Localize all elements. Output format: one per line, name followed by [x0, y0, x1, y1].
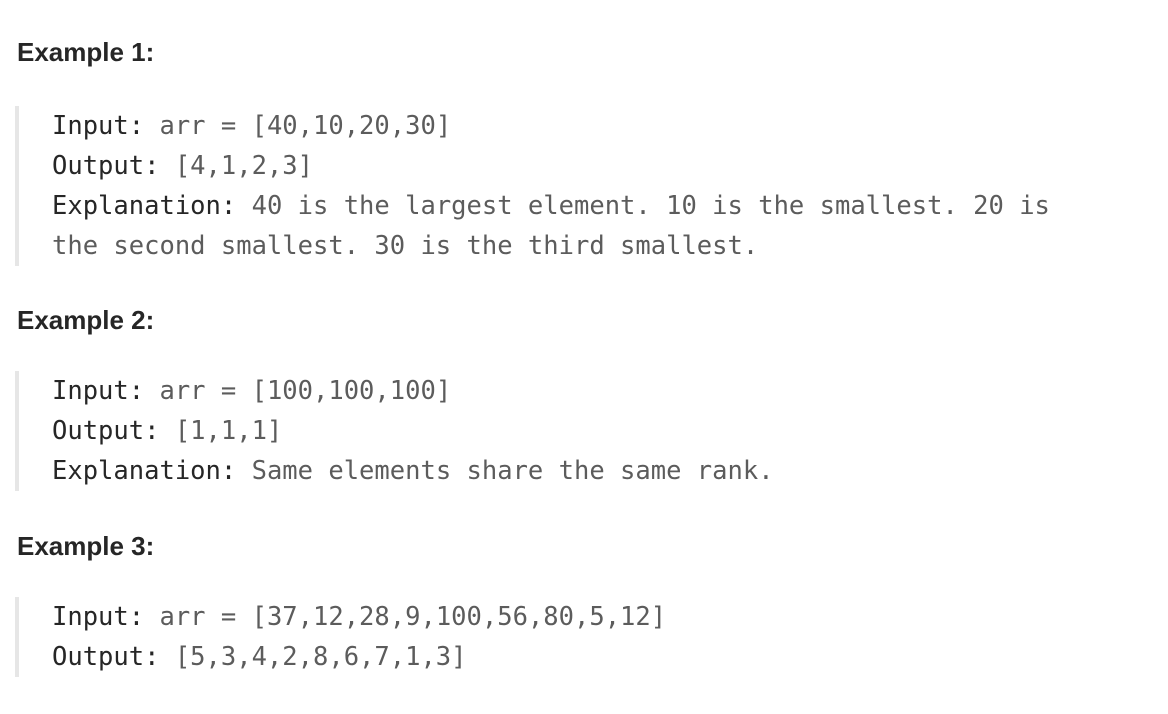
- output-label: Output:: [52, 416, 160, 446]
- problem-examples: Example 1: Input: arr = [40,10,20,30] Ou…: [0, 0, 1168, 714]
- example-2-input-line: Input: arr = [100,100,100]: [52, 371, 774, 411]
- input-value: arr = [40,10,20,30]: [144, 111, 452, 141]
- example-3-input-line: Input: arr = [37,12,28,9,100,56,80,5,12]: [52, 597, 666, 637]
- explanation-label: Explanation:: [52, 456, 237, 486]
- explanation-label: Explanation:: [52, 191, 237, 221]
- input-label: Input:: [52, 376, 145, 406]
- example-2-explanation-line: Explanation: Same elements share the sam…: [52, 451, 774, 491]
- output-value: [1,1,1]: [159, 416, 283, 446]
- example-2-heading: Example 2:: [17, 305, 155, 335]
- example-1-input-line: Input: arr = [40,10,20,30]: [52, 106, 1050, 146]
- example-2-output-line: Output: [1,1,1]: [52, 411, 774, 451]
- example-1-explanation-continuation: the second smallest. 30 is the third sma…: [52, 226, 1050, 266]
- example-3-block: Input: arr = [37,12,28,9,100,56,80,5,12]…: [15, 597, 666, 677]
- output-value: [4,1,2,3]: [159, 151, 313, 181]
- example-3-output-line: Output: [5,3,4,2,8,6,7,1,3]: [52, 637, 666, 677]
- input-value: arr = [37,12,28,9,100,56,80,5,12]: [144, 602, 667, 632]
- example-1-heading: Example 1:: [17, 37, 155, 67]
- explanation-text-continued: the second smallest. 30 is the third sma…: [52, 231, 759, 261]
- example-1-output-line: Output: [4,1,2,3]: [52, 146, 1050, 186]
- input-label: Input:: [52, 602, 145, 632]
- example-1-block: Input: arr = [40,10,20,30] Output: [4,1,…: [15, 106, 1050, 266]
- example-1-explanation-line: Explanation: 40 is the largest element. …: [52, 186, 1050, 226]
- example-3-heading: Example 3:: [17, 531, 155, 561]
- output-label: Output:: [52, 151, 160, 181]
- output-label: Output:: [52, 642, 160, 672]
- explanation-text: 40 is the largest element. 10 is the sma…: [236, 191, 1050, 221]
- input-label: Input:: [52, 111, 145, 141]
- example-2-block: Input: arr = [100,100,100] Output: [1,1,…: [15, 371, 774, 491]
- input-value: arr = [100,100,100]: [144, 376, 452, 406]
- output-value: [5,3,4,2,8,6,7,1,3]: [159, 642, 467, 672]
- explanation-text: Same elements share the same rank.: [236, 456, 774, 486]
